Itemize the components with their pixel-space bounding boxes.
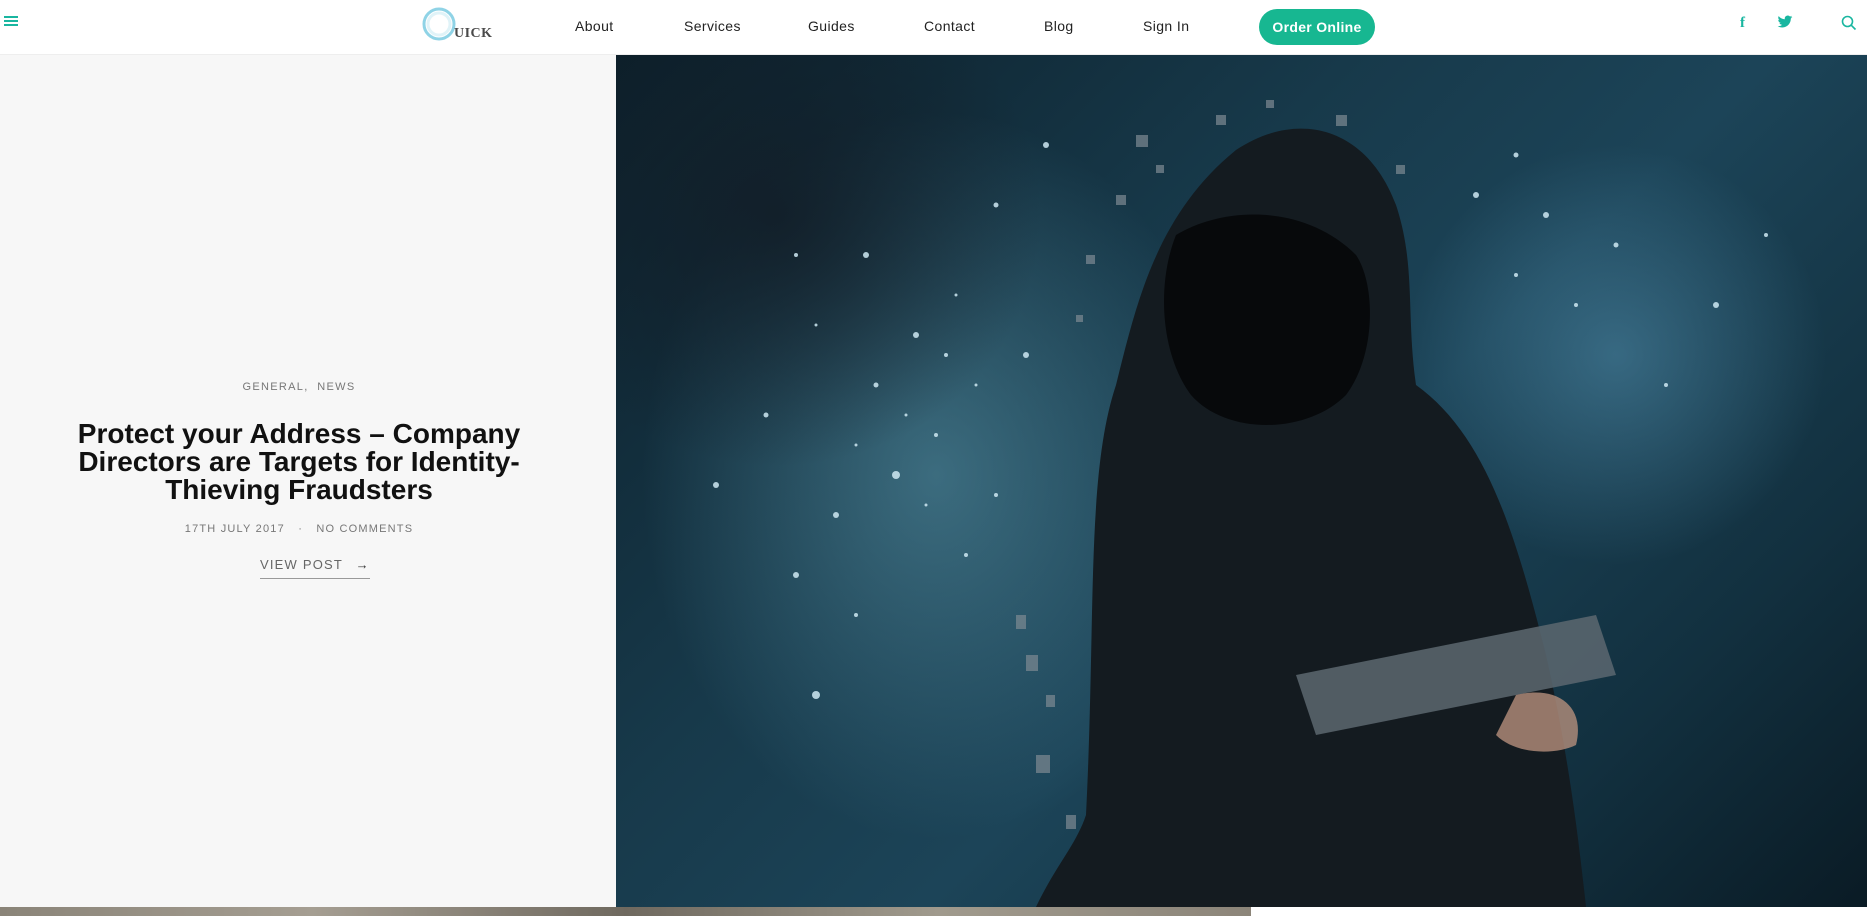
menu-icon[interactable] [4,14,18,28]
twitter-icon[interactable] [1777,15,1793,33]
twitter-bird-icon [1777,15,1793,28]
site-logo[interactable]: UICK [421,5,493,43]
category-general[interactable]: GENERAL [243,381,305,393]
post-meta: 17TH JULY 2017 · NO COMMENTS [0,523,598,535]
hooded-figure-illustration [713,100,1768,907]
post-date: 17TH JULY 2017 [184,523,285,535]
site-header: UICK About Services Guides Contact Blog … [0,0,1867,55]
post-categories: GENERAL, NEWS [242,381,356,393]
meta-separator: · [298,523,304,535]
order-online-button[interactable]: Order Online [1259,9,1375,45]
post-title[interactable]: Protect your Address – Company Directors… [40,420,558,504]
nav-about[interactable]: About [575,18,614,34]
post-comments[interactable]: NO COMMENTS [316,523,413,535]
post-hero-image[interactable] [616,55,1867,907]
next-post-image-strip[interactable] [0,907,1251,916]
category-news[interactable]: NEWS [317,381,355,393]
view-post-label: VIEW POST [260,557,343,572]
search-icon[interactable] [1841,15,1857,36]
arrow-right-icon: → [355,557,370,572]
nav-guides[interactable]: Guides [808,18,855,34]
logo-word: UICK [454,26,493,41]
nav-services[interactable]: Services [684,18,741,34]
facebook-icon[interactable]: f [1740,15,1745,32]
view-post-link[interactable]: VIEW POST → [260,557,370,579]
nav-contact[interactable]: Contact [924,18,975,34]
nav-blog[interactable]: Blog [1044,18,1074,34]
nav-sign-in[interactable]: Sign In [1143,18,1189,34]
